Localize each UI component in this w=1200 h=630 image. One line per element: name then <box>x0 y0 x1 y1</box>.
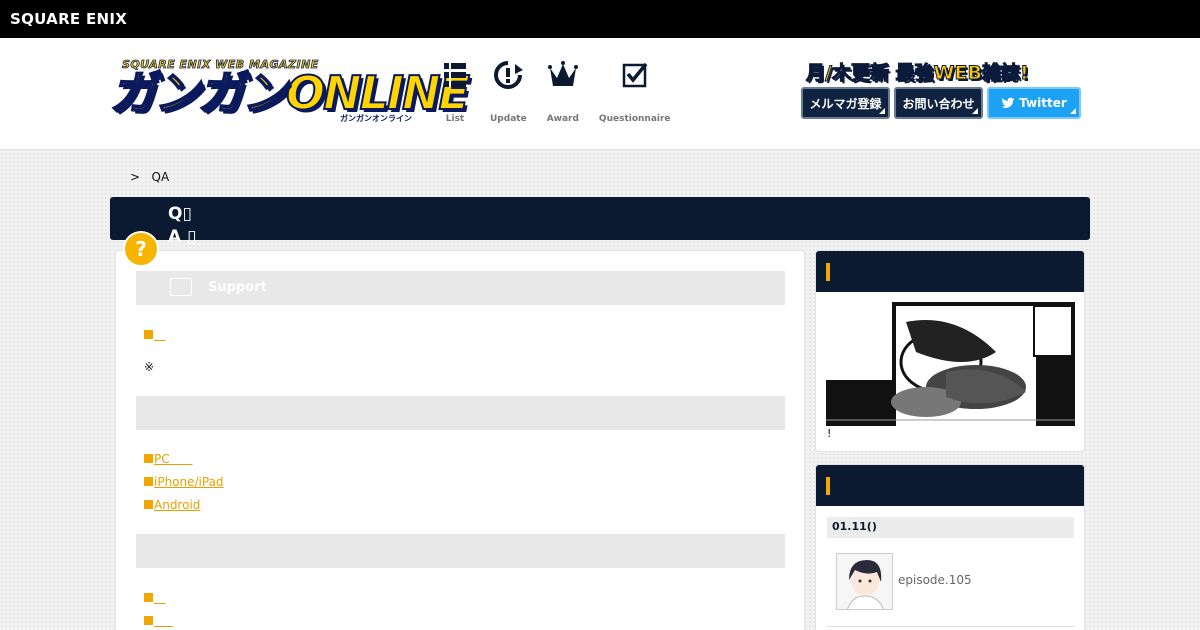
manga-panel-illustration <box>826 302 1075 426</box>
nav-list-label: List <box>445 114 465 124</box>
divider <box>827 626 1074 627</box>
twitter-button[interactable]: Twitter <box>987 87 1081 119</box>
qa-link-6[interactable] <box>144 614 173 628</box>
section-header-3 <box>136 534 785 568</box>
nav-list[interactable]: List <box>440 60 470 124</box>
qa-link-iphone[interactable]: iPhone/iPad <box>144 475 224 489</box>
checkbox-icon <box>622 62 648 88</box>
question-badge-icon: ? <box>123 231 159 267</box>
character-avatar-icon <box>837 554 892 609</box>
top-bar: SQUARE ENIX <box>0 0 1200 38</box>
site-header: SQUARE ENIX WEB MAGAZINE ガンガンONLINE ガンガン… <box>0 38 1200 150</box>
catchphrase: 月/木更新 最強WEB雑誌! <box>806 62 1030 85</box>
sidebar-widget-featured: ! <box>815 250 1085 452</box>
bullet-square-icon <box>144 454 153 463</box>
qa-link-android-text: Android <box>154 498 201 512</box>
update-date: 01.11() <box>827 517 1074 538</box>
qa-link-android[interactable]: Android <box>144 498 200 512</box>
qa-link-pc[interactable]: PC <box>144 452 193 466</box>
bullet-square-icon <box>144 477 153 486</box>
nav-questionnaire[interactable]: Questionnaire <box>599 60 671 124</box>
episode-thumbnail[interactable] <box>836 553 893 610</box>
qa-link-1-text <box>154 328 165 342</box>
section-label-support: Support <box>208 280 267 295</box>
support-icon <box>170 278 192 296</box>
episode-link[interactable]: episode.105 <box>898 573 972 587</box>
nav-questionnaire-label: Questionnaire <box>598 114 671 124</box>
header-accent-mark <box>826 263 830 281</box>
note-mark: ※ <box>144 360 155 374</box>
breadcrumb: > QA <box>130 170 169 184</box>
bullet-square-icon <box>144 616 153 625</box>
nav-award[interactable]: Award <box>547 60 579 124</box>
header-accent-mark <box>826 477 830 495</box>
bullet-square-icon <box>144 593 153 602</box>
qa-content-panel: Support ※ PC iPhone/iPad Android <box>115 250 805 630</box>
qa-link-iphone-text: iPhone/iPad <box>154 475 224 489</box>
gangan-online-logo[interactable]: SQUARE ENIX WEB MAGAZINE ガンガンONLINE ガンガン… <box>109 58 471 126</box>
contact-label: お問い合わせ <box>902 96 975 111</box>
page-title-band: Q▯ A ▯ <box>110 197 1090 247</box>
nav-award-label: Award <box>546 114 579 124</box>
featured-manga-image[interactable] <box>826 302 1075 426</box>
contact-button[interactable]: お問い合わせ <box>894 87 983 119</box>
page-title-a: A ▯ <box>168 227 197 247</box>
sidebar-widget-updates: 01.11() episode.105 <box>815 464 1085 630</box>
featured-caption: ! <box>827 427 832 440</box>
bullet-square-icon <box>144 500 153 509</box>
crown-icon <box>547 61 578 86</box>
sidebar-widget-header <box>816 251 1084 292</box>
qa-link-1[interactable] <box>144 328 165 342</box>
twitter-label: Twitter <box>1019 96 1067 110</box>
page-title-q: Q▯ <box>168 204 192 224</box>
logo-main-text: ガンガンONLINE <box>109 65 471 121</box>
section-header-support: Support <box>136 271 785 305</box>
twitter-bird-icon <box>1001 97 1015 109</box>
breadcrumb-separator: > <box>130 170 141 184</box>
breadcrumb-current: QA <box>151 170 170 184</box>
section-header-2 <box>136 396 785 430</box>
square-enix-logo[interactable]: SQUARE ENIX <box>10 10 127 28</box>
sidebar-widget-header <box>816 465 1084 506</box>
qa-link-5[interactable] <box>144 591 165 605</box>
mail-magazine-label: メルマガ登録 <box>809 96 882 111</box>
nav-update[interactable]: Update <box>490 60 527 124</box>
qa-link-5-text <box>154 591 165 605</box>
header-buttons: メルマガ登録 お問い合わせ Twitter <box>801 87 1085 119</box>
nav-update-label: Update <box>490 114 527 124</box>
update-icon <box>494 61 524 89</box>
list-icon <box>444 63 466 87</box>
qa-link-6-text <box>154 614 173 628</box>
logo-reading: ガンガンオンライン <box>340 114 412 123</box>
main-nav: List Update Award Questionnaire <box>440 60 691 124</box>
mail-magazine-button[interactable]: メルマガ登録 <box>801 87 890 119</box>
bullet-square-icon <box>144 330 153 339</box>
qa-link-pc-text: PC <box>154 452 193 466</box>
